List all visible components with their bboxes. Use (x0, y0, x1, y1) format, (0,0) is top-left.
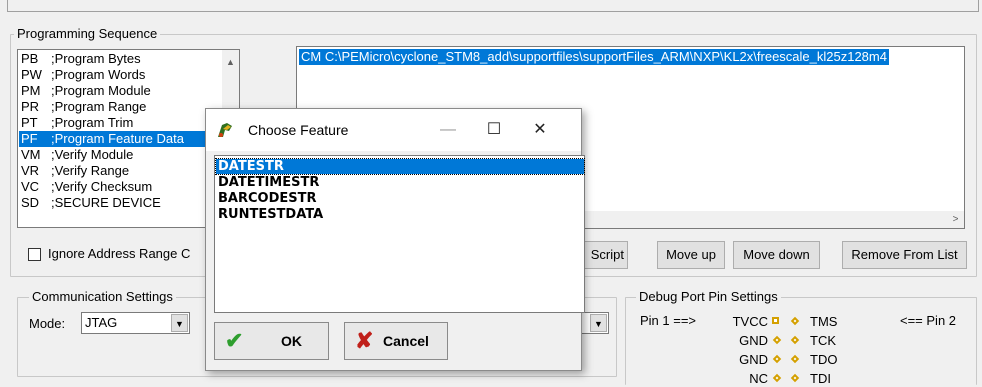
command-code: PB (21, 51, 39, 66)
scroll-right-icon[interactable]: > (947, 211, 964, 228)
command-item-pw[interactable]: PW ;Program Words (19, 67, 221, 83)
pin-left-label: TVCC (732, 314, 768, 329)
minimize-icon[interactable]: — (426, 117, 470, 143)
scroll-up-icon[interactable]: ▲ (222, 54, 239, 71)
command-code: SD (21, 195, 40, 210)
command-label: ;Verify Module (51, 147, 134, 162)
feature-item-barcodestr[interactable]: BARCODESTR (216, 191, 584, 206)
pin-diamond-icon (790, 354, 800, 364)
mode-value: JTAG (85, 315, 118, 330)
command-item-pb[interactable]: PB ;Program Bytes (19, 51, 221, 67)
pin-row: NC TDI (700, 370, 900, 387)
pin-diamond-icon (790, 373, 800, 383)
pin1-square-icon (772, 317, 779, 324)
command-label: ;Program Range (51, 99, 147, 114)
command-code: VR (21, 163, 40, 178)
maximize-icon[interactable]: ☐ (472, 117, 516, 143)
choose-feature-dialog: Choose Feature — ☐ ✕ DATESTR DATETIMESTR… (205, 108, 585, 371)
command-item-pm[interactable]: PM ;Program Module (19, 83, 221, 99)
mode-select[interactable]: JTAG ▼ (81, 312, 190, 334)
command-code: PF (21, 131, 38, 146)
programming-sequence-title: Programming Sequence (14, 26, 161, 41)
cross-icon: ✘ (355, 328, 374, 353)
command-label: ;Verify Range (51, 163, 130, 178)
move-down-button[interactable]: Move down (733, 241, 820, 269)
pin-right-label: TDI (810, 371, 831, 386)
chevron-down-icon[interactable]: ▼ (171, 314, 188, 332)
command-label: ;Program Bytes (51, 51, 141, 66)
top-panel-edge (7, 0, 979, 12)
feature-item-runtestdata[interactable]: RUNTESTDATA (216, 207, 584, 222)
script-button[interactable]: Script (578, 241, 628, 269)
command-code: PR (21, 99, 40, 114)
ok-button[interactable]: ✔ OK (214, 322, 329, 360)
command-label: ;Program Trim (51, 115, 134, 130)
pin-diamond-icon (790, 335, 800, 345)
move-up-button[interactable]: Move up (657, 241, 725, 269)
cancel-label: Cancel (383, 333, 429, 349)
app-icon (218, 123, 232, 137)
command-code: VM (21, 147, 41, 162)
pin-left-label: NC (749, 371, 768, 386)
command-code: PM (21, 83, 41, 98)
pin-left-label: GND (739, 352, 768, 367)
ignore-address-label: Ignore Address Range C (48, 246, 191, 261)
command-item-pt[interactable]: PT ;Program Trim (19, 115, 221, 131)
command-code: VC (21, 179, 40, 194)
pin-diamond-icon (772, 335, 782, 345)
pin-right-label: TMS (810, 314, 838, 329)
pin-right-label: TDO (810, 352, 838, 367)
command-label: ;Program Feature Data (51, 131, 184, 146)
command-label: ;Program Module (51, 83, 151, 98)
remove-from-list-button[interactable]: Remove From List (842, 241, 967, 269)
pin2-label: <== Pin 2 (900, 313, 957, 328)
command-item-pr[interactable]: PR ;Program Range (19, 99, 221, 115)
command-code: PT (21, 115, 38, 130)
debug-port-title: Debug Port Pin Settings (636, 289, 781, 304)
ok-label: OK (281, 333, 302, 349)
cancel-button[interactable]: ✘ Cancel (344, 322, 448, 360)
dialog-title: Choose Feature (248, 122, 349, 138)
pin-row: TVCC TMS (700, 313, 900, 330)
checkmark-icon: ✔ (225, 328, 244, 353)
command-item-sd[interactable]: SD ;SECURE DEVICE (19, 195, 221, 211)
communication-settings-title: Communication Settings (29, 289, 176, 304)
command-label: ;SECURE DEVICE (51, 195, 161, 210)
feature-item-datetimestr[interactable]: DATETIMESTR (216, 175, 584, 190)
pin1-label: Pin 1 ==> (640, 313, 697, 328)
command-item-vr[interactable]: VR ;Verify Range (19, 163, 221, 179)
feature-list[interactable]: DATESTR DATETIMESTR BARCODESTR RUNTESTDA… (214, 155, 585, 313)
pin-left-label: GND (739, 333, 768, 348)
pin-diamond-icon (772, 373, 782, 383)
pin-right-label: TCK (810, 333, 836, 348)
ignore-address-checkbox[interactable] (28, 248, 41, 261)
command-label: ;Program Words (51, 67, 146, 82)
command-item-vm[interactable]: VM ;Verify Module (19, 147, 221, 163)
pin-diamond-icon (790, 316, 800, 326)
pin-row: GND TCK (700, 332, 900, 349)
pin-diamond-icon (772, 354, 782, 364)
feature-item-datestr[interactable]: DATESTR (215, 158, 585, 175)
mode-label: Mode: (29, 316, 66, 331)
dialog-titlebar[interactable]: Choose Feature — ☐ ✕ (206, 109, 581, 151)
script-line[interactable]: CM C:\PEMicro\cyclone_STM8_add\supportfi… (299, 49, 889, 65)
command-code: PW (21, 67, 42, 82)
command-item-pf[interactable]: PF ;Program Feature Data (19, 131, 221, 147)
close-icon[interactable]: ✕ (518, 117, 562, 143)
command-label: ;Verify Checksum (51, 179, 153, 194)
pin-row: GND TDO (700, 351, 900, 368)
chevron-down-icon[interactable]: ▼ (590, 314, 607, 332)
command-item-vc[interactable]: VC ;Verify Checksum (19, 179, 221, 195)
